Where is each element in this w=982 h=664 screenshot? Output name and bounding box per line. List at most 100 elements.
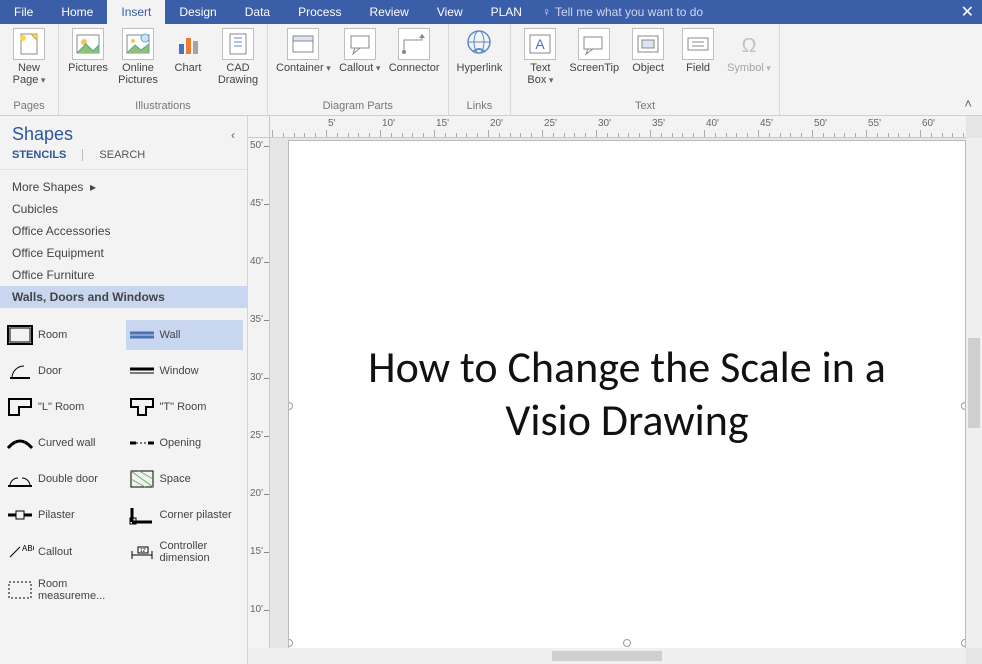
shape-label: Room <box>38 329 67 341</box>
new-page-button[interactable]: New Page <box>8 28 50 86</box>
pictures-button[interactable]: Pictures <box>67 28 109 74</box>
close-icon[interactable]: ✕ <box>961 2 974 22</box>
category-cubicles[interactable]: Cubicles <box>0 198 247 220</box>
shape-label: Curved wall <box>38 437 95 449</box>
drawing-page[interactable]: How to Change the Scale in a Visio Drawi… <box>288 140 966 664</box>
menu-tab-process[interactable]: Process <box>284 0 355 24</box>
symbol-icon: Ω <box>733 28 765 60</box>
category-walls-doors-windows[interactable]: Walls, Doors and Windows <box>0 286 247 308</box>
cad-drawing-button[interactable]: CAD Drawing <box>217 28 259 86</box>
page-text[interactable]: How to Change the Scale in a Visio Drawi… <box>336 341 917 447</box>
cmd-label: Online Pictures <box>118 62 158 86</box>
menu-tab-review[interactable]: Review <box>355 0 422 24</box>
container-button[interactable]: Container <box>276 28 331 74</box>
menu-tab-insert[interactable]: Insert <box>107 0 165 24</box>
shape-icon <box>6 504 34 526</box>
object-icon <box>632 28 664 60</box>
shape--t-room[interactable]: "T" Room <box>126 392 244 422</box>
svg-text:A: A <box>536 36 546 52</box>
cmd-label: Object <box>632 62 664 74</box>
shape-pilaster[interactable]: Pilaster <box>4 500 122 530</box>
group-label: Diagram Parts <box>268 100 448 115</box>
category-office-accessories[interactable]: Office Accessories <box>0 220 247 242</box>
tab-stencils[interactable]: STENCILS <box>12 149 66 161</box>
selection-handle[interactable] <box>288 639 293 647</box>
selection-handle[interactable] <box>288 402 293 410</box>
online-pictures-button[interactable]: Online Pictures <box>117 28 159 86</box>
shape-window[interactable]: Window <box>126 356 244 386</box>
shape-label: Window <box>160 365 199 377</box>
menu-tab-file[interactable]: File <box>0 0 47 24</box>
shape-icon <box>128 324 156 346</box>
shape-icon <box>6 396 34 418</box>
symbol-button[interactable]: Ω Symbol <box>727 28 771 74</box>
cmd-label: Pictures <box>68 62 108 74</box>
shape-[interactable] <box>126 574 244 606</box>
shape-label: Opening <box>160 437 202 449</box>
shape-label: "L" Room <box>38 401 84 413</box>
menu-tab-plan[interactable]: PLAN <box>477 0 536 24</box>
shape-corner-pilaster[interactable]: Corner pilaster <box>126 500 244 530</box>
chart-button[interactable]: Chart <box>167 28 209 74</box>
shape-wall[interactable]: Wall <box>126 320 244 350</box>
shape-icon <box>6 579 34 601</box>
screentip-button[interactable]: ScreenTip <box>569 28 619 74</box>
category-office-equipment[interactable]: Office Equipment <box>0 242 247 264</box>
shape-curved-wall[interactable]: Curved wall <box>4 428 122 458</box>
menu-tab-design[interactable]: Design <box>165 0 230 24</box>
shape--l-room[interactable]: "L" Room <box>4 392 122 422</box>
group-label: Text <box>511 100 778 115</box>
shape-label: Callout <box>38 546 72 558</box>
connector-icon <box>398 28 430 60</box>
cmd-label: Hyperlink <box>457 62 503 74</box>
pictures-icon <box>72 28 104 60</box>
category-office-furniture[interactable]: Office Furniture <box>0 264 247 286</box>
shape-door[interactable]: Door <box>4 356 122 386</box>
category-more-shapes[interactable]: More Shapes ▸ <box>0 176 247 198</box>
group-label: Pages <box>0 100 58 115</box>
text-box-icon: A <box>524 28 556 60</box>
shape-room[interactable]: Room <box>4 320 122 350</box>
stencil-categories: More Shapes ▸ Cubicles Office Accessorie… <box>0 169 247 314</box>
svg-text:Ω: Ω <box>741 35 756 57</box>
shape-room-measureme-[interactable]: Room measureme... <box>4 574 122 606</box>
object-button[interactable]: Object <box>627 28 669 74</box>
collapse-pane-icon[interactable]: ‹ <box>231 128 235 142</box>
shape-icon: ABC <box>6 541 34 563</box>
shape-icon <box>128 360 156 382</box>
connector-button[interactable]: Connector <box>389 28 440 74</box>
shapes-pane-title: Shapes <box>12 124 73 145</box>
menu-tab-home[interactable]: Home <box>47 0 107 24</box>
ribbon-group-text: A Text Box ScreenTip Object Field Ω Symb… <box>511 24 779 115</box>
menu-tab-view[interactable]: View <box>423 0 477 24</box>
shape-label: "T" Room <box>160 401 207 413</box>
text-box-button[interactable]: A Text Box <box>519 28 561 86</box>
shape-opening[interactable]: Opening <box>126 428 244 458</box>
menu-tab-data[interactable]: Data <box>231 0 284 24</box>
hyperlink-button[interactable]: Hyperlink <box>457 28 503 74</box>
svg-text:ABC: ABC <box>22 544 34 553</box>
cmd-label: Callout <box>339 62 380 74</box>
shape-icon: 12' <box>128 541 156 563</box>
cmd-label: Connector <box>389 62 440 74</box>
shape-space[interactable]: Space <box>126 464 244 494</box>
tell-me-search[interactable]: ♀ Tell me what you want to do <box>542 0 703 24</box>
vertical-scrollbar[interactable] <box>966 138 982 648</box>
shape-callout[interactable]: ABC Callout <box>4 536 122 568</box>
selection-handle[interactable] <box>623 639 631 647</box>
shape-double-door[interactable]: Double door <box>4 464 122 494</box>
tab-search[interactable]: SEARCH <box>99 149 145 161</box>
collapse-ribbon-icon[interactable]: ˄ <box>964 96 972 111</box>
scrollbar-thumb[interactable] <box>968 338 980 428</box>
scrollbar-thumb[interactable] <box>552 651 662 661</box>
horizontal-scrollbar[interactable] <box>248 648 966 664</box>
hyperlink-icon <box>463 28 495 60</box>
ribbon-group-links: Hyperlink Links <box>449 24 512 115</box>
field-button[interactable]: Field <box>677 28 719 74</box>
shape-label: Space <box>160 473 191 485</box>
callout-button[interactable]: Callout <box>339 28 381 74</box>
shape-controller-dimension[interactable]: 12'Controller dimension <box>126 536 244 568</box>
new-page-icon <box>13 28 45 60</box>
menu-bar: File Home Insert Design Data Process Rev… <box>0 0 982 24</box>
cmd-label: ScreenTip <box>569 62 619 74</box>
